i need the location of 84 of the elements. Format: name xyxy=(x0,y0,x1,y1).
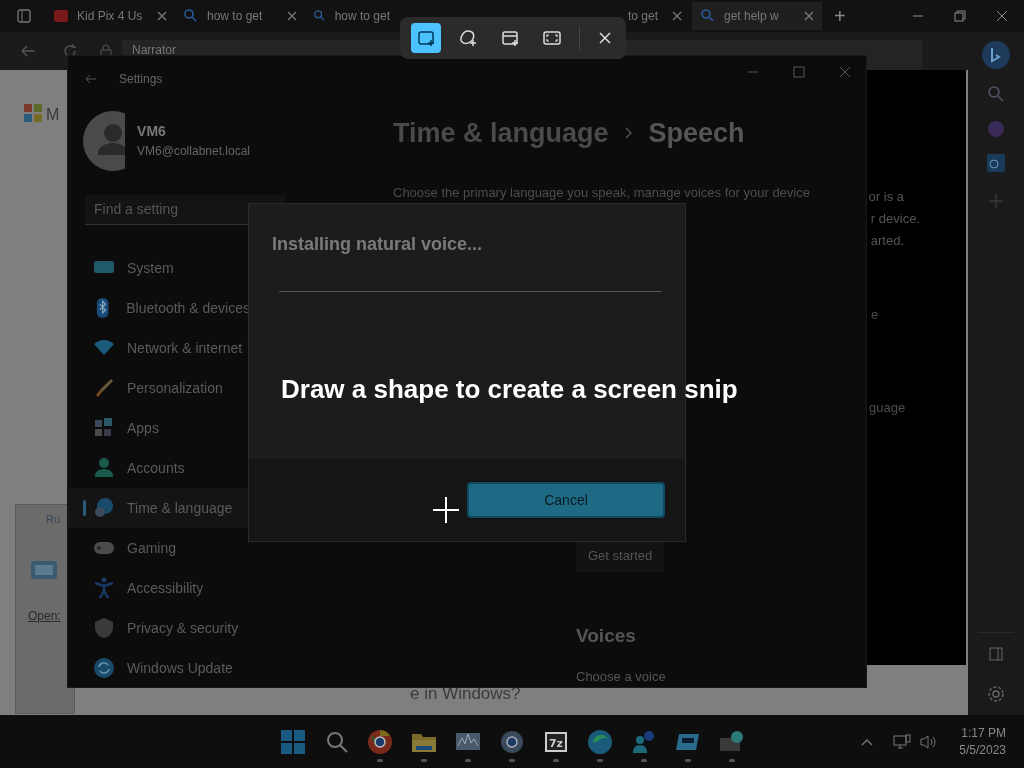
dialog-title: Installing natural voice... xyxy=(272,233,484,256)
search-icon xyxy=(183,8,199,24)
search-icon xyxy=(700,8,716,24)
sidebar-panel-icon[interactable] xyxy=(989,647,1003,661)
chrome-icon xyxy=(367,728,393,755)
gear-icon xyxy=(499,728,525,755)
rectangle-snip-icon xyxy=(416,28,436,48)
restore-icon[interactable] xyxy=(954,10,966,22)
nav-item[interactable]: Windows Update xyxy=(67,648,250,688)
taskbar-app[interactable]: 7z xyxy=(534,719,578,764)
nav-item[interactable]: Accessibility xyxy=(67,568,250,608)
update-icon xyxy=(93,657,115,679)
bing-icon[interactable] xyxy=(981,40,1011,70)
nav-item[interactable]: Gaming xyxy=(67,528,250,568)
crosshair-cursor-icon xyxy=(433,497,459,523)
get-started-button[interactable]: Get started xyxy=(576,540,665,572)
settings-icon[interactable] xyxy=(987,685,1005,703)
avatar-icon xyxy=(83,110,126,171)
edge-icon xyxy=(587,728,613,755)
user-name: VM6 xyxy=(137,122,167,142)
browser-tab[interactable]: to get xyxy=(628,2,690,30)
page-logo-text: M xyxy=(46,105,60,125)
nav-item[interactable]: Time & language xyxy=(67,488,250,528)
nav-item[interactable]: Accounts xyxy=(67,448,250,488)
browser-tab[interactable]: Kid Pix 4 Us xyxy=(45,2,175,30)
outlook-icon[interactable] xyxy=(987,154,1005,172)
setting-text: e xyxy=(871,306,879,324)
clock-globe-icon xyxy=(93,497,115,519)
run-app-icon xyxy=(30,560,58,580)
clock-time[interactable]: 1:17 PM xyxy=(961,724,1006,742)
browser-tab[interactable]: get help w xyxy=(692,2,822,30)
close-icon[interactable] xyxy=(287,11,297,21)
page-description: Choose the primary language you speak, manage voices for your device xyxy=(393,183,811,202)
nav-item[interactable]: Apps xyxy=(67,408,250,448)
nav-item[interactable]: System xyxy=(67,248,250,288)
close-icon[interactable] xyxy=(157,11,167,21)
cancel-button[interactable]: Cancel xyxy=(467,482,665,518)
search-icon[interactable] xyxy=(326,730,348,753)
page-text: e in Windows? xyxy=(410,683,521,705)
close-icon[interactable] xyxy=(672,11,682,21)
microsoft-logo-icon xyxy=(24,104,42,122)
people-icon xyxy=(631,728,657,755)
user-email: VM6@collabnet.local xyxy=(137,143,250,161)
clock-date[interactable]: 5/5/2023 xyxy=(959,741,1006,759)
window-snip-icon xyxy=(500,28,520,48)
chevron-up-icon[interactable] xyxy=(861,737,874,746)
snip-mode-button[interactable] xyxy=(411,23,441,53)
browser-tab[interactable]: how to get xyxy=(305,2,398,30)
window-title: Narrator xyxy=(132,42,176,59)
search-icon[interactable] xyxy=(988,86,1004,102)
page-text: arted. xyxy=(869,232,904,250)
pdf-icon xyxy=(53,8,69,24)
person-icon xyxy=(93,457,115,479)
browser-tab[interactable]: how to get xyxy=(175,2,305,30)
section-heading: Voices xyxy=(576,624,636,648)
open-label: Open: xyxy=(28,608,61,625)
nav-item[interactable]: Network & internet xyxy=(67,328,250,368)
page-text: or is a xyxy=(868,188,904,206)
nav-item[interactable]: Personalization xyxy=(67,368,250,408)
apps-icon xyxy=(93,417,115,439)
snip-instruction: Draw a shape to create a screen snip xyxy=(281,373,738,406)
breadcrumb-link[interactable]: Time & language xyxy=(393,113,609,154)
speaker-icon[interactable] xyxy=(919,733,938,750)
freeform-snip-icon xyxy=(458,28,478,48)
page-text: r device. xyxy=(869,210,920,228)
shield-icon xyxy=(93,617,115,639)
page-heading: Speech xyxy=(648,117,745,150)
search-icon xyxy=(313,8,327,24)
fullscreen-snip-icon xyxy=(542,28,562,48)
new-tab-button[interactable]: + xyxy=(834,1,846,31)
chevron-right-icon xyxy=(624,127,633,140)
tab-actions-icon[interactable] xyxy=(17,9,31,23)
nav-item[interactable]: Privacy & security xyxy=(67,608,250,648)
close-icon[interactable] xyxy=(996,10,1008,22)
back-icon[interactable] xyxy=(20,44,36,58)
window-title: Settings xyxy=(119,70,163,88)
accessibility-icon xyxy=(93,577,115,599)
back-icon[interactable] xyxy=(85,72,97,85)
start-icon[interactable] xyxy=(281,729,305,754)
brush-icon xyxy=(93,377,115,399)
setting-label: Choose a voice xyxy=(576,668,666,686)
nav-item[interactable]: Bluetooth & devices xyxy=(67,288,250,328)
setting-text: guage xyxy=(869,399,906,417)
network-icon[interactable] xyxy=(893,733,912,750)
